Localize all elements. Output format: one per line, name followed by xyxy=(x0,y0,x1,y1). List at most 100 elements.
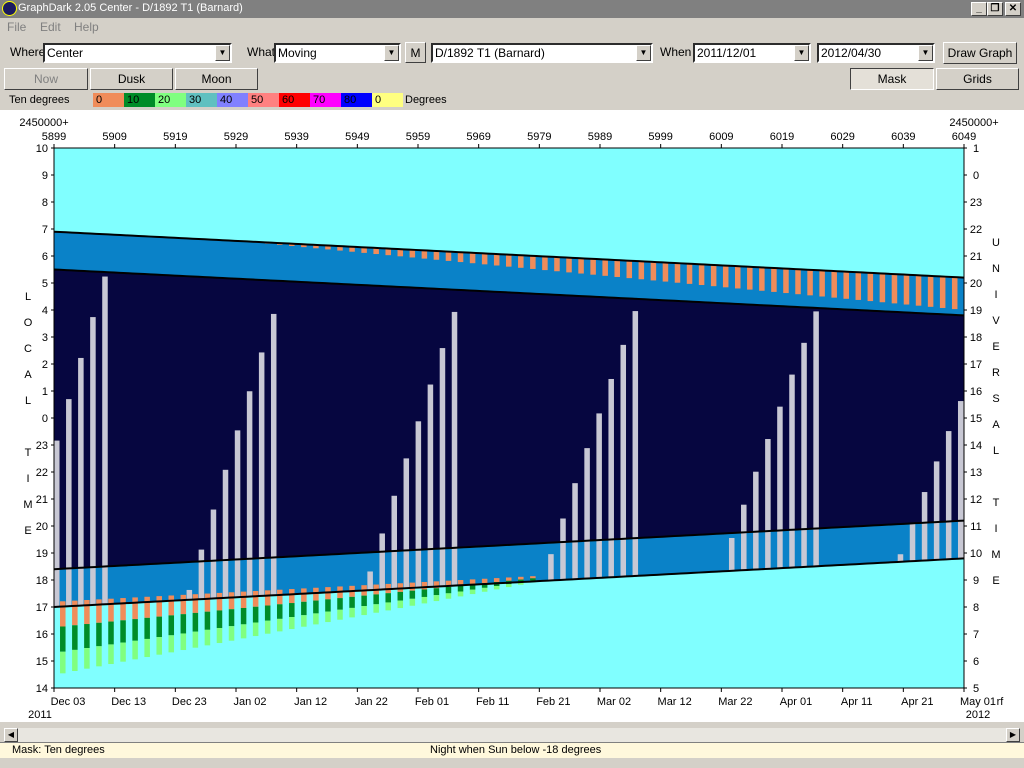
altitude-cell xyxy=(264,590,271,606)
local-time-tick-label: 4 xyxy=(42,305,48,317)
twilight-cell xyxy=(144,236,151,275)
altitude-cell xyxy=(433,588,440,596)
now-button[interactable]: Now xyxy=(4,68,88,90)
moon-button[interactable]: Moon xyxy=(175,68,258,90)
altitude-cell xyxy=(747,266,753,290)
night-cell xyxy=(656,299,664,538)
grids-button[interactable]: Grids xyxy=(936,68,1019,90)
date-tick-label: Mar 02 xyxy=(597,696,631,708)
scroll-left-icon[interactable]: ◀ xyxy=(4,728,18,742)
twilight-cell xyxy=(138,235,145,274)
altitude-cell xyxy=(891,273,898,304)
chevron-down-icon[interactable]: ▼ xyxy=(918,45,933,61)
chevron-down-icon[interactable]: ▼ xyxy=(794,45,809,61)
twilight-cell xyxy=(162,237,170,275)
twilight-cell xyxy=(276,242,284,281)
moon-cell xyxy=(945,431,952,560)
altitude-cell xyxy=(855,272,862,300)
jd-tick-label: 6039 xyxy=(891,131,915,143)
twilight-cell xyxy=(84,567,91,606)
mask-button[interactable]: Mask xyxy=(850,68,934,90)
twilight-cell xyxy=(289,243,296,282)
twilight-cell xyxy=(536,543,543,582)
altitude-cell xyxy=(96,599,102,623)
night-cell xyxy=(445,289,453,549)
night-cell xyxy=(536,293,543,544)
twilight-cell xyxy=(379,248,386,286)
close-button[interactable]: ✕ xyxy=(1005,2,1021,16)
local-time-tick-label: 18 xyxy=(36,575,48,587)
twilight-cell xyxy=(463,252,471,291)
night-cell xyxy=(560,295,567,543)
right-axis-letter: V xyxy=(992,315,1000,327)
altitude-cell xyxy=(168,635,175,653)
where-value: Center xyxy=(47,46,84,60)
left-axis-letter: I xyxy=(26,473,29,485)
local-time-tick-label: 6 xyxy=(42,251,48,263)
altitude-cell xyxy=(84,648,90,669)
night-cell xyxy=(795,306,802,530)
ut-tick-label: 9 xyxy=(973,575,979,587)
menu-file[interactable]: File xyxy=(7,20,26,34)
night-cell xyxy=(331,283,338,555)
restore-button[interactable]: ❐ xyxy=(987,2,1003,16)
altitude-cell xyxy=(228,609,235,627)
twilight-cell xyxy=(234,240,242,279)
night-cell xyxy=(120,272,127,566)
altitude-cell xyxy=(445,251,452,261)
scroll-right-icon[interactable]: ▶ xyxy=(1006,728,1020,742)
night-cell xyxy=(578,295,585,542)
chevron-down-icon[interactable]: ▼ xyxy=(215,45,230,61)
m-button[interactable]: M xyxy=(405,42,426,63)
jd-tick-label: 5979 xyxy=(527,131,551,143)
altitude-cell xyxy=(313,613,319,625)
altitude-cell xyxy=(698,264,705,286)
horizontal-scrollbar[interactable]: ◀ ▶ xyxy=(4,728,1020,742)
minimize-button[interactable]: _ xyxy=(971,2,987,16)
moon-cell xyxy=(921,492,928,561)
night-cell xyxy=(644,299,652,538)
twilight-cell xyxy=(897,274,905,313)
chevron-down-icon[interactable]: ▼ xyxy=(636,45,651,61)
twilight-cell xyxy=(126,565,133,604)
moon-cell xyxy=(632,311,639,577)
night-cell xyxy=(674,300,682,537)
altitude-cell xyxy=(156,637,162,655)
night-cell xyxy=(228,278,236,560)
night-cell xyxy=(174,275,182,563)
altitude-cell xyxy=(710,264,717,287)
menu-edit[interactable]: Edit xyxy=(40,20,61,34)
chevron-down-icon[interactable]: ▼ xyxy=(384,45,399,61)
start-date-select[interactable]: 2011/12/01 ▼ xyxy=(693,43,811,63)
night-cell xyxy=(126,273,133,566)
night-cell xyxy=(843,309,850,528)
night-cell xyxy=(722,303,730,534)
twilight-cell xyxy=(536,256,543,294)
twilight-cell xyxy=(337,554,344,592)
night-cell xyxy=(252,279,260,559)
night-cell xyxy=(825,308,832,529)
legend-bar: Ten degrees 0 10 20 30 40 50 60 70 80 0 Degrees xyxy=(0,92,1024,108)
dusk-button[interactable]: Dusk xyxy=(90,68,173,90)
what-select[interactable]: Moving ▼ xyxy=(274,43,401,63)
twilight-cell xyxy=(108,234,115,273)
night-cell xyxy=(84,271,91,568)
right-axis-letter: R xyxy=(992,367,1000,379)
twilight-cell xyxy=(487,546,495,584)
twilight-cell xyxy=(204,561,212,599)
twilight-cell xyxy=(240,241,248,279)
twilight-cell xyxy=(216,239,224,278)
twilight-cell xyxy=(228,240,236,279)
menu-help[interactable]: Help xyxy=(74,20,99,34)
end-date-select[interactable]: 2012/04/30 ▼ xyxy=(817,43,935,63)
twilight-cell xyxy=(192,561,200,600)
altitude-cell xyxy=(180,614,187,634)
object-select[interactable]: D/1892 T1 (Barnard) ▼ xyxy=(431,43,653,63)
local-time-tick-label: 9 xyxy=(42,170,48,182)
where-select[interactable]: Center ▼ xyxy=(43,43,232,63)
twilight-cell xyxy=(861,272,869,311)
draw-graph-button[interactable]: Draw Graph xyxy=(943,42,1017,64)
night-cell xyxy=(650,299,658,538)
twilight-cell xyxy=(174,562,182,601)
right-axis-letter: L xyxy=(993,445,999,457)
